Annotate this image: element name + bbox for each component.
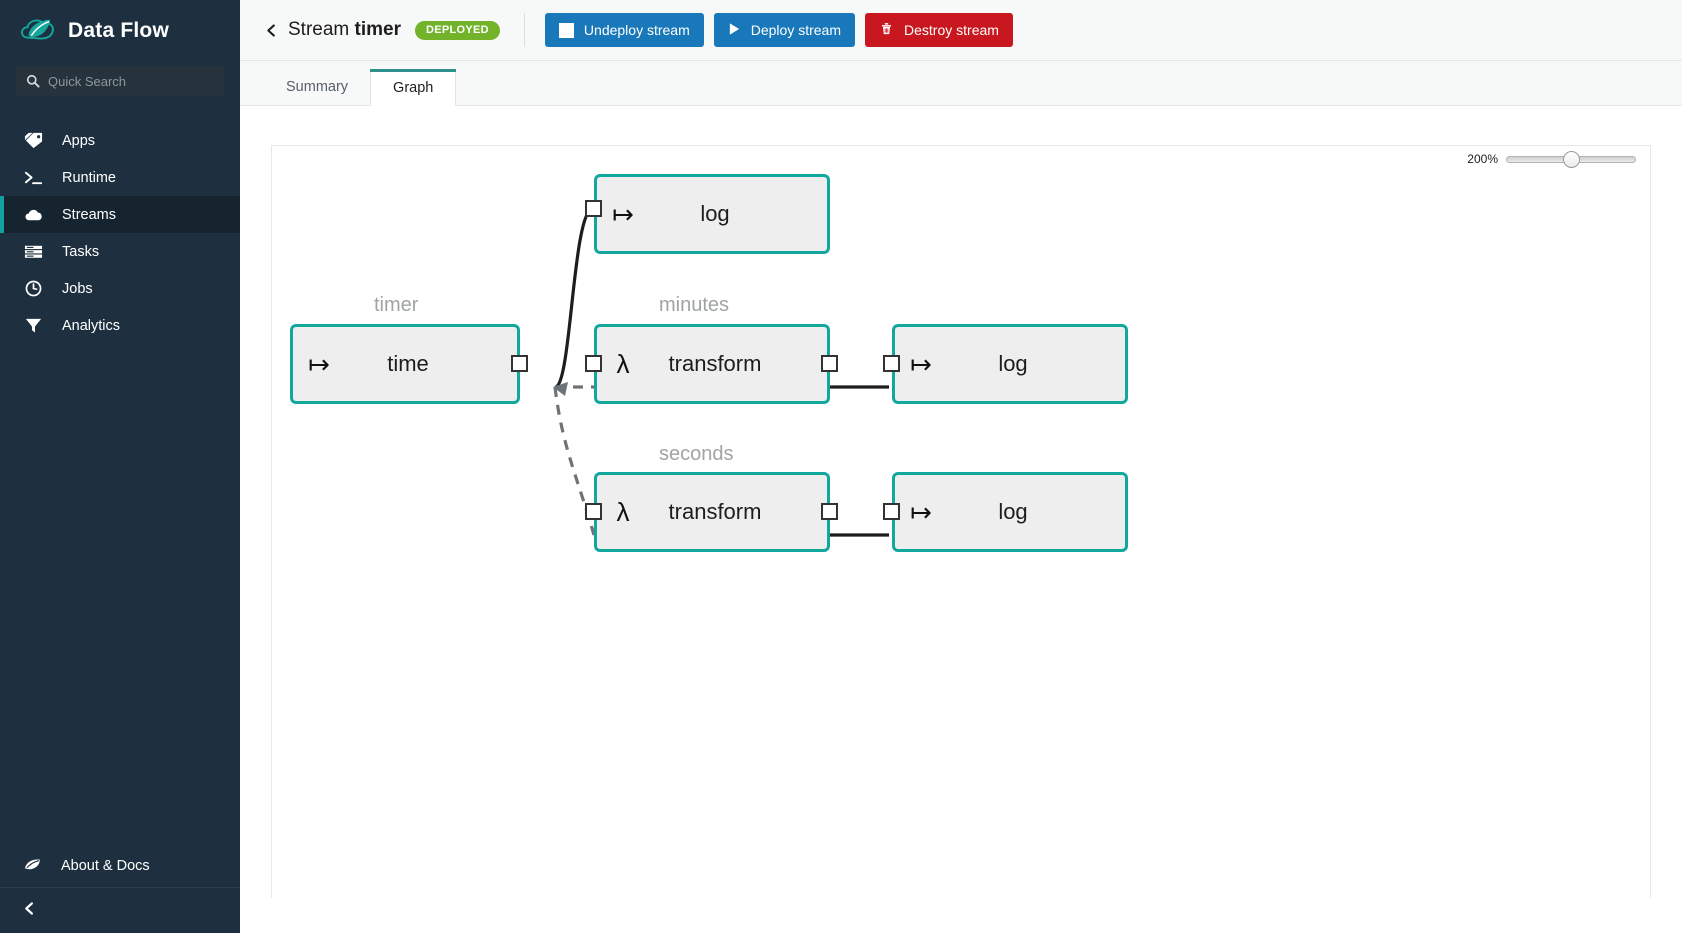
search-icon (26, 74, 40, 88)
node-name-seconds: seconds (659, 443, 734, 465)
deploy-stream-button[interactable]: Deploy stream (713, 13, 856, 47)
port-transform-minutes-input[interactable] (585, 355, 602, 372)
port-transform-minutes-output[interactable] (821, 355, 838, 372)
port-time-output[interactable] (511, 355, 528, 372)
status-badge: DEPLOYED (415, 20, 500, 40)
sidebar-item-runtime[interactable]: Runtime (0, 159, 240, 196)
button-label: Undeploy stream (583, 22, 690, 38)
brand-title: Data Flow (68, 19, 169, 42)
sidebar-item-about-docs[interactable]: About & Docs (0, 845, 240, 887)
sidebar-item-label: Analytics (62, 317, 121, 334)
graph-node-log-top[interactable]: ↦ log (594, 174, 830, 254)
cloud-icon (22, 205, 44, 225)
zoom-slider[interactable] (1506, 150, 1636, 168)
destroy-stream-button[interactable]: Destroy stream (865, 13, 1013, 47)
port-log-minutes-input[interactable] (883, 355, 900, 372)
node-label: transform (668, 351, 762, 376)
stream-graph-canvas[interactable]: 200% timer ↦ time ↦ log minutes λ transf… (271, 145, 1651, 898)
graph-node-log-minutes[interactable]: ↦ log (892, 324, 1128, 404)
sidebar-item-label: About & Docs (61, 858, 150, 874)
sidebar-item-label: Jobs (62, 280, 93, 297)
graph-node-transform-seconds[interactable]: λ transform (594, 472, 830, 552)
port-transform-seconds-output[interactable] (821, 503, 838, 520)
tab-bar: Summary Graph (240, 61, 1682, 106)
sidebar-nav: Apps Runtime Streams Tasks Jobs Analytic… (0, 122, 240, 344)
source-arrow-icon: ↦ (308, 348, 330, 379)
sidebar-item-label: Tasks (62, 243, 100, 260)
button-label: Deploy stream (750, 22, 842, 38)
sidebar-item-label: Runtime (62, 169, 116, 186)
funnel-icon (22, 316, 44, 336)
sidebar-item-jobs[interactable]: Jobs (0, 270, 240, 307)
clock-icon (22, 279, 44, 299)
node-label: log (998, 351, 1028, 376)
undeploy-stream-button[interactable]: Undeploy stream (544, 13, 704, 47)
page-title-name: timer (354, 19, 401, 40)
node-name-timer: timer (374, 294, 419, 316)
sidebar-item-streams[interactable]: Streams (0, 196, 240, 233)
sink-arrow-icon: ↦ (910, 348, 932, 379)
graph-node-time[interactable]: ↦ time (290, 324, 520, 404)
button-label: Destroy stream (904, 22, 999, 38)
leaf-icon (22, 855, 43, 878)
page-title: Stream timer (288, 19, 401, 41)
sidebar-collapse-button[interactable] (0, 887, 240, 933)
graph-node-transform-minutes[interactable]: λ transform (594, 324, 830, 404)
chevron-left-icon (22, 901, 37, 921)
tab-summary[interactable]: Summary (264, 69, 370, 105)
spring-leaf-cloud-icon (18, 15, 56, 47)
tag-icon (22, 131, 44, 151)
lambda-icon: λ (616, 348, 630, 379)
sidebar: Data Flow Apps (0, 0, 240, 933)
sink-arrow-icon: ↦ (612, 198, 634, 229)
play-triangle-icon (728, 22, 741, 39)
zoom-level-label: 200% (1467, 152, 1498, 166)
terminal-prompt-icon (22, 168, 44, 188)
page-title-prefix: Stream (288, 19, 355, 40)
sidebar-footer: About & Docs (0, 845, 240, 933)
brand: Data Flow (0, 0, 240, 62)
sink-arrow-icon: ↦ (910, 496, 932, 527)
server-stack-icon (22, 242, 44, 262)
port-transform-seconds-input[interactable] (585, 503, 602, 520)
node-label: transform (668, 499, 762, 524)
back-button[interactable] (260, 19, 282, 41)
sidebar-item-label: Apps (62, 132, 96, 149)
sidebar-item-apps[interactable]: Apps (0, 122, 240, 159)
sidebar-item-analytics[interactable]: Analytics (0, 307, 240, 344)
trash-icon (879, 21, 894, 39)
graph-node-log-seconds[interactable]: ↦ log (892, 472, 1128, 552)
search-input[interactable] (48, 73, 214, 89)
tab-graph[interactable]: Graph (370, 69, 457, 106)
stop-square-icon (558, 22, 574, 38)
search-box[interactable] (16, 66, 224, 96)
main-area: Stream timer DEPLOYED Undeploy stream De… (240, 0, 1682, 933)
page-toolbar: Stream timer DEPLOYED Undeploy stream De… (240, 0, 1682, 61)
node-label: time (387, 351, 429, 376)
port-log-seconds-input[interactable] (883, 503, 900, 520)
sidebar-item-label: Streams (62, 206, 116, 223)
sidebar-item-tasks[interactable]: Tasks (0, 233, 240, 270)
port-log-top-input[interactable] (585, 200, 602, 217)
tab-label: Summary (286, 79, 349, 95)
zoom-control: 200% (1467, 150, 1636, 168)
toolbar-divider (523, 13, 525, 47)
node-label: log (998, 499, 1028, 524)
lambda-icon: λ (616, 496, 630, 527)
node-name-minutes: minutes (659, 294, 730, 316)
tab-label: Graph (393, 79, 434, 96)
node-label: log (700, 201, 730, 226)
